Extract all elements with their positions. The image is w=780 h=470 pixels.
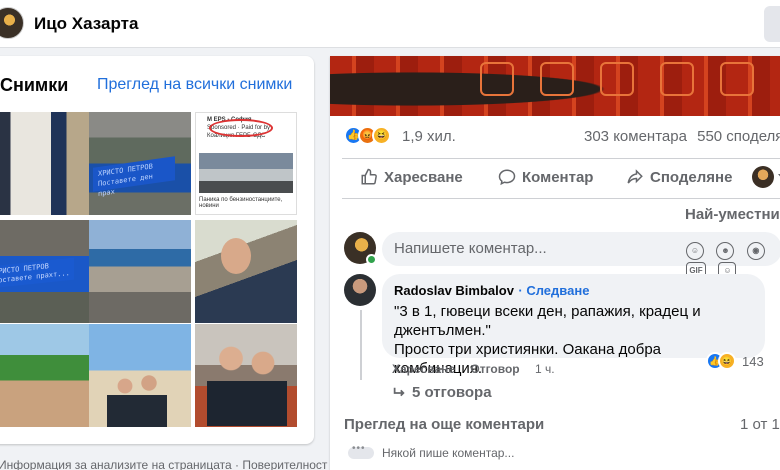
comment-label: Коментар [522, 169, 594, 186]
comment-input[interactable]: Напишете коментар... ☺ ☻ ◉ GIF ☺ [382, 232, 780, 280]
haha-reaction-icon: 😆 [718, 352, 736, 370]
comment-like-button[interactable]: Харесване [392, 362, 455, 376]
haha-reaction-icon: 😆 [372, 126, 391, 145]
comment-text-line: "3 в 1, гювеци всеки ден, рапажия, краде… [394, 303, 701, 320]
profile-name[interactable]: Ицо Хазарта [34, 14, 138, 34]
photo-thumbnail[interactable] [195, 324, 297, 427]
typing-indicator: Някой пише коментар... [348, 443, 515, 460]
voting-screen-text: ХРИСТО ПЕТРОВ Поставете ден прах [93, 156, 175, 198]
follow-link[interactable]: · Следване [518, 283, 589, 298]
ad-caption: Паника по бензиностанциите, новини [199, 197, 283, 209]
photos-title: Снимки [0, 75, 69, 95]
avatar-sticker-icon[interactable]: ☺ [686, 242, 704, 260]
comment-button[interactable]: Коментар [498, 168, 593, 186]
comment-reaction-count: 143 [742, 354, 764, 369]
emoji-icon[interactable]: ☻ [716, 242, 735, 260]
comment-icon [498, 169, 516, 186]
photo-thumbnail[interactable] [0, 324, 92, 427]
view-more-comments-button[interactable]: Преглед на още коментари [344, 416, 544, 433]
people-figures [207, 336, 287, 426]
share-label: Споделяне [650, 169, 733, 186]
photo-thumbnail[interactable]: ХРИСТО ПЕТРОВ Поставете прахт... [0, 220, 92, 323]
online-status-dot [366, 254, 377, 265]
comments-count[interactable]: 303 коментара [584, 128, 687, 145]
comment-placeholder: Напишете коментар... [394, 240, 547, 257]
post-actions: Харесване Коментар Споделяне [342, 160, 780, 198]
camera-icon[interactable]: ◉ [746, 242, 765, 260]
ad-image [199, 153, 293, 193]
thumbs-up-icon [361, 168, 377, 185]
share-icon [627, 169, 643, 184]
pattern-tile [600, 62, 634, 96]
profile-avatar[interactable] [0, 7, 24, 39]
comment-bubble: Radoslav Bimbalov · Следване "3 в 1, гюв… [382, 274, 765, 377]
divider [342, 198, 780, 199]
photo-thumbnail[interactable] [195, 220, 297, 323]
comment-time[interactable]: 1 ч. [535, 362, 555, 376]
photo-thumbnail[interactable] [89, 324, 191, 427]
red-circle-mark [209, 119, 273, 137]
photo-thumbnail[interactable] [89, 220, 191, 323]
like-button[interactable]: Харесване [360, 168, 463, 186]
post-stats: 303 коментара 550 споделяния [584, 128, 780, 145]
reaction-profile-avatar[interactable] [752, 166, 774, 188]
photo-thumbnail[interactable]: М EPS - София Sponsored · Paid for by Ко… [195, 112, 297, 215]
reply-arrow-icon [393, 387, 405, 397]
comment-author[interactable]: Radoslav Bimbalov [394, 283, 514, 298]
commenter-avatar[interactable] [344, 274, 376, 306]
replies-label: 5 отговора [412, 384, 492, 401]
voting-screen-text: ХРИСТО ПЕТРОВ Поставете прахт... [0, 257, 74, 289]
page-header: Ицо Хазарта [0, 0, 780, 48]
comment-text-line: джентълмен." [394, 322, 491, 339]
pattern-tile [480, 62, 514, 96]
like-label: Харесване [384, 169, 463, 186]
header-action-button[interactable] [764, 6, 780, 42]
pattern-tile [540, 62, 574, 96]
shares-count[interactable]: 550 споделяния [697, 128, 780, 145]
reaction-count[interactable]: 1,9 хил. [402, 128, 456, 145]
comment-reply-button[interactable]: Отговор [470, 362, 519, 376]
people-figures [107, 368, 167, 427]
pattern-tile [720, 62, 754, 96]
photo-thumbnail[interactable]: ХРИСТО ПЕТРОВ Поставете ден прах [89, 112, 191, 215]
comment-actions: Харесване Отговор 1 ч. [392, 362, 555, 376]
ad-header: М EPS - София Sponsored · Paid for by Ко… [199, 116, 293, 148]
thread-line [360, 310, 362, 380]
photo-thumbnail[interactable] [0, 112, 92, 215]
post-image[interactable] [330, 56, 780, 116]
typing-dots-icon [348, 443, 374, 459]
view-replies-button[interactable]: 5 отговора [392, 384, 492, 401]
post-card: 👍 😡 😆 1,9 хил. 303 коментара 550 споделя… [330, 56, 780, 470]
pattern-tile [660, 62, 694, 96]
comment-page-count: 1 от 19 [740, 416, 780, 433]
typing-text: Някой пише коментар... [382, 446, 515, 460]
person-face [221, 238, 251, 274]
comment-sort-dropdown[interactable]: Най-уместни [685, 206, 780, 223]
divider [342, 158, 780, 159]
share-button[interactable]: Споделяне [626, 168, 732, 186]
see-all-photos-link[interactable]: Преглед на всички снимки [97, 76, 292, 94]
footer-links[interactable]: Информация за анализите на страницата · … [0, 458, 335, 470]
photos-card: Снимки Преглед на всички снимки ХРИСТО П… [0, 56, 314, 444]
